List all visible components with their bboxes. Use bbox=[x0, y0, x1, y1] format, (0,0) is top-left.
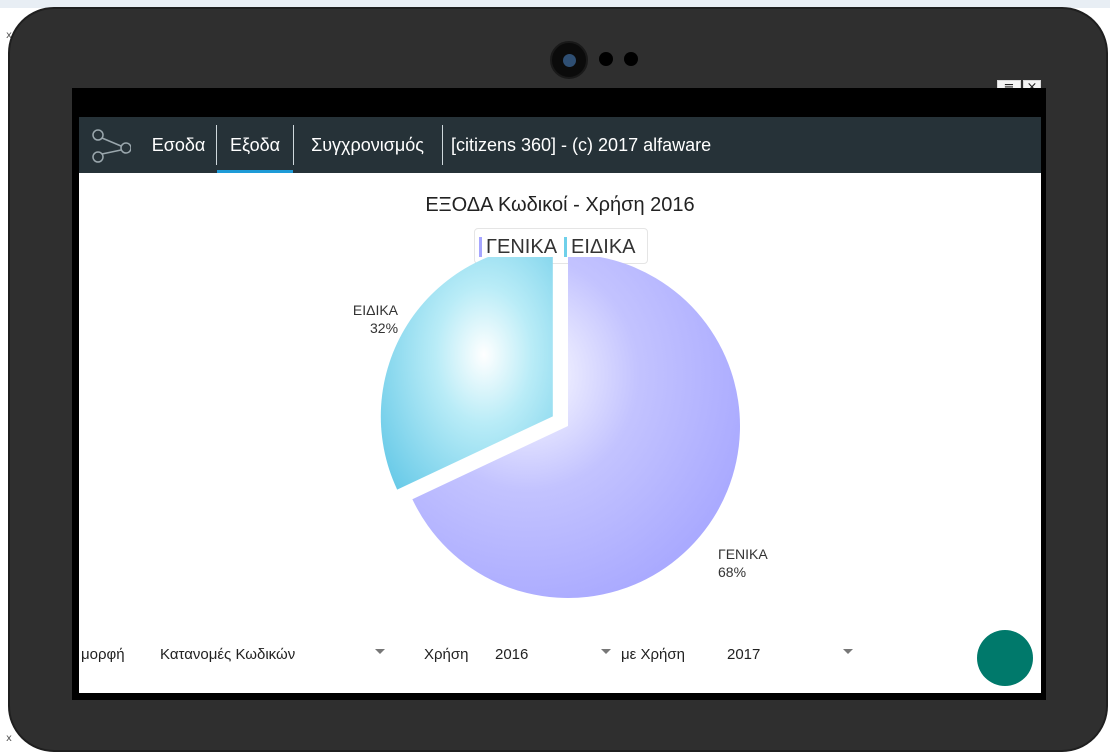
xrisi-select[interactable]: 2016 bbox=[495, 646, 528, 663]
tab-exoda[interactable]: Εξοδα bbox=[217, 117, 293, 173]
tab-synchronization[interactable]: Συγχρονισμός bbox=[294, 117, 441, 173]
corner-x-bottom: x bbox=[6, 733, 12, 744]
slice-label-geniki: ΓΕΝΙΚΑ 68% bbox=[718, 545, 768, 581]
filters-bar: μορφή Κατανομές Κωδικών Χρήση 2016 με Χρ… bbox=[79, 629, 1041, 693]
slice-value-eidiki: 32% bbox=[370, 320, 399, 336]
legend-label-geniki: ΓΕΝΙΚΑ bbox=[486, 236, 558, 258]
camera-lens bbox=[563, 54, 576, 67]
camera-icon bbox=[550, 41, 588, 79]
legend-swatch-geniki bbox=[479, 237, 482, 257]
legend-label-eidiki: ΕΙΔΙΚΑ bbox=[571, 236, 636, 258]
chart-title: ΕΞΟΔΑ Κωδικοί - Χρήση 2016 bbox=[425, 194, 695, 216]
xrisi-label: Χρήση bbox=[424, 646, 469, 663]
share-icon[interactable] bbox=[91, 125, 131, 165]
chevron-down-icon[interactable] bbox=[601, 649, 611, 654]
app-bar: Εσοδα Εξοδα Συγχρονισμός [citizens 360] … bbox=[79, 117, 1041, 173]
slice-value-geniki: 68% bbox=[718, 564, 747, 580]
legend-swatch-eidiki bbox=[564, 237, 567, 257]
app-title: [citizens 360] - (c) 2017 alfaware bbox=[451, 135, 712, 155]
slice-name-geniki: ΓΕΝΙΚΑ bbox=[718, 546, 768, 562]
chevron-down-icon[interactable] bbox=[375, 649, 385, 654]
me-xrisi-label: με Χρήση bbox=[621, 646, 685, 663]
me-xrisi-select[interactable]: 2017 bbox=[727, 646, 760, 663]
morphi-select[interactable]: Κατανομές Κωδικών bbox=[160, 646, 295, 663]
tab-esoda[interactable]: Εσοδα bbox=[141, 117, 216, 173]
pie-chart bbox=[380, 257, 741, 598]
tab-divider bbox=[442, 125, 443, 165]
slice-label-eidiki: ΕΙΔΙΚΑ 32% bbox=[349, 301, 398, 337]
app-window: Εσοδα Εξοδα Συγχρονισμός [citizens 360] … bbox=[79, 117, 1041, 693]
morphi-label: μορφή bbox=[81, 646, 125, 663]
slice-name-eidiki: ΕΙΔΙΚΑ bbox=[352, 302, 399, 318]
action-button[interactable] bbox=[977, 630, 1033, 686]
chevron-down-icon[interactable] bbox=[843, 649, 853, 654]
sensor-dot-1 bbox=[599, 52, 613, 66]
sensor-dot-2 bbox=[624, 52, 638, 66]
